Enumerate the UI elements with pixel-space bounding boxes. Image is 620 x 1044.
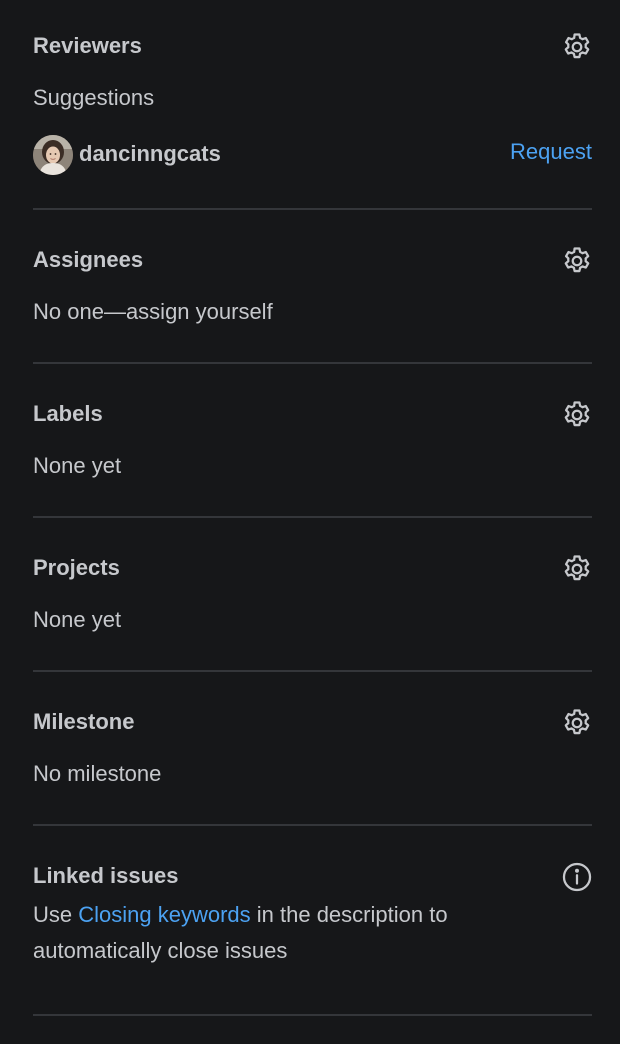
milestone-section: Milestone No milestone — [33, 709, 592, 789]
suggested-reviewer-row: dancinngcats Request — [33, 135, 592, 175]
suggested-reviewer-name[interactable]: dancinngcats — [79, 141, 221, 167]
gear-icon — [564, 709, 590, 735]
labels-title[interactable]: Labels — [33, 401, 103, 427]
gear-icon — [564, 555, 590, 581]
labels-header: Labels — [33, 401, 592, 435]
projects-title[interactable]: Projects — [33, 555, 120, 581]
assignees-settings-button[interactable] — [560, 244, 594, 278]
closing-keywords-link[interactable]: Closing keywords — [78, 902, 250, 927]
suggestions-label: Suggestions — [33, 85, 155, 110]
request-review-button[interactable]: Request — [510, 139, 592, 165]
gear-icon — [564, 247, 590, 273]
reviewers-header: Reviewers — [33, 33, 592, 67]
assignees-title[interactable]: Assignees — [33, 247, 143, 273]
milestone-header: Milestone — [33, 709, 592, 743]
assignees-value[interactable]: No one—assign yourself — [33, 299, 273, 325]
projects-value: None yet — [33, 607, 122, 632]
linked-issues-section: Linked issues Use Closing keywords in th… — [33, 860, 594, 983]
linked-issues-text-before: Use — [33, 902, 79, 927]
linked-issues-header: Linked issues — [33, 860, 594, 897]
divider — [33, 670, 592, 672]
labels-section: Labels None yet — [33, 401, 592, 481]
info-icon — [562, 862, 592, 892]
assignees-header: Assignees — [33, 247, 592, 281]
projects-settings-button[interactable] — [560, 552, 594, 586]
divider — [33, 362, 592, 364]
projects-header: Projects — [33, 555, 592, 589]
labels-settings-button[interactable] — [560, 398, 594, 432]
linked-issues-description: Use Closing keywords in the description … — [33, 897, 573, 969]
reviewers-title[interactable]: Reviewers — [33, 33, 142, 59]
reviewers-settings-button[interactable] — [560, 30, 594, 64]
assignees-section: Assignees No one—assign yourself — [33, 247, 592, 327]
gear-icon — [564, 33, 590, 59]
avatar[interactable] — [33, 135, 73, 175]
projects-section: Projects None yet — [33, 555, 592, 635]
milestone-title[interactable]: Milestone — [33, 709, 134, 735]
pull-request-sidebar: Reviewers Suggestions dancinngcats Reque… — [0, 0, 620, 1044]
gear-icon — [564, 401, 590, 427]
reviewers-section: Reviewers Suggestions dancinngcats Reque… — [33, 33, 592, 175]
milestone-settings-button[interactable] — [560, 706, 594, 740]
linked-issues-info-button[interactable] — [560, 860, 594, 894]
divider — [33, 208, 592, 210]
divider — [33, 824, 592, 826]
divider — [33, 1014, 592, 1016]
milestone-value: No milestone — [33, 761, 162, 786]
linked-issues-title: Linked issues — [33, 863, 179, 888]
divider — [33, 516, 592, 518]
labels-value: None yet — [33, 453, 122, 478]
